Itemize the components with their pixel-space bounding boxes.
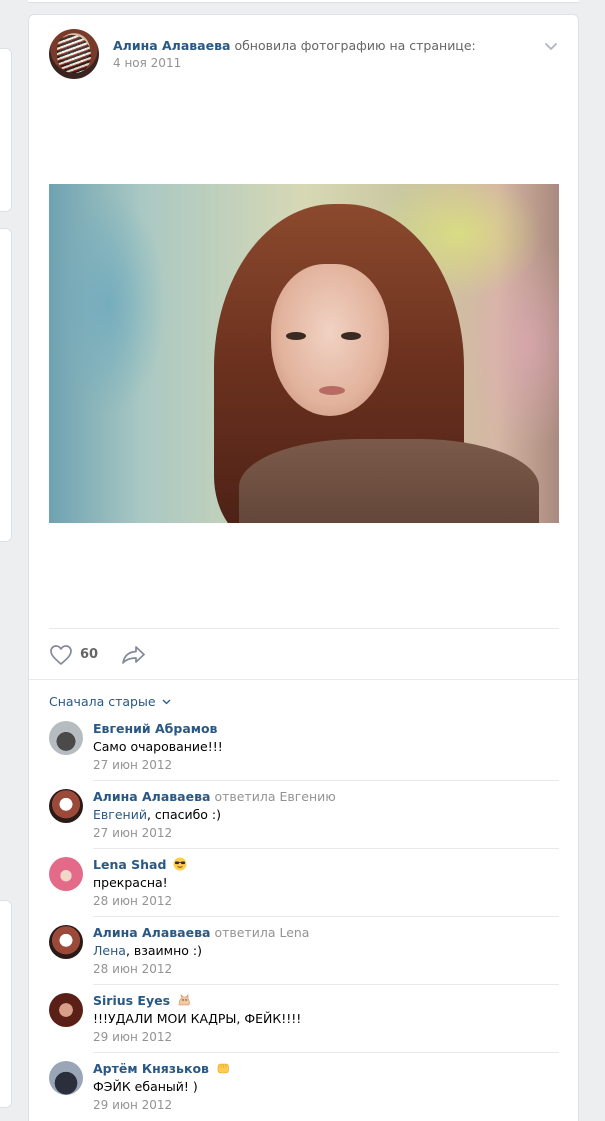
left-card-3: [0, 900, 12, 1108]
chevron-down-icon: [162, 699, 170, 705]
comment-date[interactable]: 29 июн 2012: [93, 1098, 172, 1112]
comment-separator: [93, 984, 559, 985]
comment-author-line: Алина Алаваева ответила Lena: [93, 925, 309, 940]
comment-text-body: , спасибо :): [146, 807, 222, 822]
comment-author-line: Алина Алаваева ответила Евгению: [93, 789, 336, 804]
comment-separator: [93, 848, 559, 849]
previous-post-bottom: [28, 0, 579, 3]
photo-lips: [319, 386, 345, 395]
photo-coat: [239, 439, 539, 523]
comment-separator: [93, 1052, 559, 1053]
comment-item: Алина Алаваева ответила Lena Лена, взаим…: [49, 919, 559, 987]
comment-date[interactable]: 29 июн 2012: [93, 1030, 172, 1044]
comment-avatar[interactable]: [49, 993, 83, 1027]
comment-text: !!!УДАЛИ МОИ КАДРЫ, ФЕЙК!!!!: [93, 1011, 302, 1026]
comment-reply-to[interactable]: ответила Евгению: [214, 789, 335, 804]
comment-avatar[interactable]: [49, 721, 83, 755]
comments-sort-label: Сначала старые: [49, 694, 156, 709]
comment-author-link[interactable]: Алина Алаваева: [93, 925, 210, 940]
photo-eye-left: [286, 332, 306, 340]
comment-mention-link[interactable]: Лена: [93, 943, 126, 958]
author-action-text: обновила фотографию на странице:: [234, 38, 476, 53]
post-photo[interactable]: [49, 184, 559, 523]
comment-text: Евгений, спасибо :): [93, 807, 221, 822]
left-card-2: [0, 228, 12, 542]
author-avatar[interactable]: [49, 29, 99, 79]
comments-sort-dropdown[interactable]: Сначала старые: [49, 694, 171, 709]
sunglasses-emoji-icon: [173, 857, 187, 871]
comment-text-body: , взаимно :): [125, 943, 202, 958]
comment-text: Лена, взаимно :): [93, 943, 202, 958]
cat-emoji-icon: [178, 994, 190, 1006]
comment-item: Алина Алаваева ответила Евгению Евгений,…: [49, 783, 559, 851]
comment-date[interactable]: 27 июн 2012: [93, 826, 172, 840]
comment-text: Само очарование!!!: [93, 739, 223, 754]
comment-item: Евгений Абрамов Само очарование!!! 27 ию…: [49, 715, 559, 783]
comment-item: Артём Князьков ФЭЙК ебаный! ) 29 июн 201…: [49, 1055, 559, 1121]
comment-separator: [93, 916, 559, 917]
comment-author-line: Артём Князьков: [93, 1061, 230, 1076]
wall-post: Алина Алаваева обновила фотографию на ст…: [28, 14, 579, 1121]
comment-date[interactable]: 28 июн 2012: [93, 894, 172, 908]
actions-divider: [49, 628, 559, 629]
post-date[interactable]: 4 ноя 2011: [113, 56, 181, 70]
share-arrow-icon: [122, 646, 145, 664]
post-header: Алина Алаваева обновила фотографию на ст…: [113, 38, 476, 53]
comment-author-link[interactable]: Евгений Абрамов: [93, 721, 217, 736]
photo-eye-right: [341, 332, 361, 340]
comment-author-link[interactable]: Lena Shad: [93, 857, 166, 872]
comment-author-line: Sirius Eyes: [93, 993, 191, 1008]
comment-date[interactable]: 27 июн 2012: [93, 758, 172, 772]
comment-reply-to[interactable]: ответила Lena: [214, 925, 309, 940]
comment-text: прекрасна!: [93, 875, 168, 890]
comment-mention-link[interactable]: Евгений: [93, 807, 147, 822]
comment-author-link[interactable]: Артём Князьков: [93, 1061, 209, 1076]
comment-item: Sirius Eyes !!!УДАЛИ МОИ КАДРЫ, ФЕЙК!!!!…: [49, 987, 559, 1055]
comment-date[interactable]: 28 июн 2012: [93, 962, 172, 976]
comment-avatar[interactable]: [49, 1061, 83, 1095]
chevron-down-icon[interactable]: [544, 41, 558, 51]
comments-separator: [29, 679, 578, 680]
comment-text: ФЭЙК ебаный! ): [93, 1079, 198, 1094]
left-card-1: [0, 48, 12, 212]
share-button[interactable]: [121, 643, 147, 667]
comment-separator: [93, 780, 559, 781]
comment-author-line: Lena Shad: [93, 857, 187, 872]
comment-author-link[interactable]: Sirius Eyes: [93, 993, 170, 1008]
comment-avatar[interactable]: [49, 789, 83, 823]
like-count: 60: [80, 647, 99, 662]
comment-item: Lena Shad прекрасна! 28 июн 2012: [49, 851, 559, 919]
comment-avatar[interactable]: [49, 857, 83, 891]
comment-avatar[interactable]: [49, 925, 83, 959]
heart-icon: [50, 645, 72, 665]
like-button[interactable]: 60: [49, 643, 109, 667]
fist-emoji-icon: [217, 1063, 229, 1074]
comment-author-line: Евгений Абрамов: [93, 721, 217, 736]
author-name-link[interactable]: Алина Алаваева: [113, 38, 230, 53]
headdress-icon: [57, 35, 91, 73]
comment-author-link[interactable]: Алина Алаваева: [93, 789, 210, 804]
